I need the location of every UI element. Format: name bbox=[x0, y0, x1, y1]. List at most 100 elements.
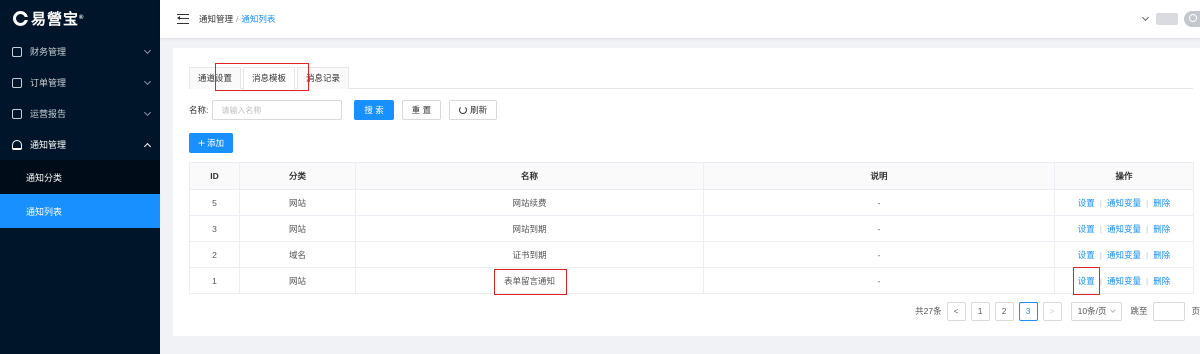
cell-name-text: 表单留言通知 bbox=[503, 275, 555, 286]
variables-link[interactable]: 通知变量 bbox=[1107, 224, 1141, 234]
table-row: 3 网站 网站到期 - 设置 | 通知变量 | 删除 bbox=[189, 215, 1194, 242]
cell-id: 3 bbox=[189, 215, 240, 242]
brand-registered-mark: ® bbox=[79, 15, 85, 21]
name-search-input[interactable] bbox=[212, 100, 343, 120]
settings-link[interactable]: 设置 bbox=[1078, 250, 1095, 260]
action-separator: | bbox=[1099, 223, 1102, 234]
action-separator: | bbox=[1146, 249, 1149, 260]
cell-actions: 设置 | 通知变量 | 删除 bbox=[1054, 189, 1194, 216]
column-header-actions: 操作 bbox=[1054, 162, 1194, 190]
cell-description: - bbox=[703, 241, 1055, 268]
order-icon bbox=[12, 77, 22, 88]
header-user-area[interactable] bbox=[1141, 11, 1200, 27]
add-button-label: 添加 bbox=[207, 138, 225, 148]
settings-link[interactable]: 设置 bbox=[1078, 276, 1095, 286]
variables-link[interactable]: 通知变量 bbox=[1107, 276, 1141, 286]
table-row: 2 域名 证书到期 - 设置 | 通知变量 | 删除 bbox=[189, 241, 1194, 268]
content-card: 通道设置 消息模板 消息记录 名称: 搜 索 重 置 刷新 + 添加 ID 分类… bbox=[173, 48, 1200, 336]
cell-category: 网站 bbox=[239, 267, 356, 294]
action-separator: | bbox=[1146, 275, 1149, 286]
table-row: 5 网站 网站续费 - 设置 | 通知变量 | 删除 bbox=[189, 189, 1194, 216]
cell-description: - bbox=[703, 267, 1055, 294]
template-table: ID 分类 名称 说明 操作 5 网站 网站续费 - 设置 | 通知变量 | 删除 3 … bbox=[189, 162, 1194, 295]
settings-highlight-wrap: 设置 bbox=[1072, 266, 1100, 295]
table-row: 1 网站 表单留言通知 - 设置 | 通知变量 | 删除 bbox=[189, 266, 1194, 295]
column-header-category: 分类 bbox=[239, 162, 356, 190]
submenu-item-list[interactable]: 通知列表 bbox=[0, 194, 160, 228]
sidebar-item-label: 财务管理 bbox=[30, 47, 67, 57]
settings-link[interactable]: 设置 bbox=[1078, 198, 1095, 208]
chevron-down-icon[interactable] bbox=[1141, 13, 1150, 22]
page-button-3[interactable]: 3 bbox=[1018, 301, 1038, 321]
next-page-button[interactable]: > bbox=[1042, 301, 1062, 321]
column-header-name: 名称 bbox=[355, 162, 704, 190]
delete-link[interactable]: 删除 bbox=[1153, 276, 1170, 286]
cell-category: 域名 bbox=[239, 241, 356, 268]
breadcrumb-separator: / bbox=[236, 14, 239, 24]
refresh-label: 刷新 bbox=[470, 105, 488, 115]
jump-page-input[interactable] bbox=[1153, 301, 1186, 321]
add-button[interactable]: + 添加 bbox=[189, 133, 234, 153]
cell-category: 网站 bbox=[239, 189, 356, 216]
settings-link[interactable]: 设置 bbox=[1078, 224, 1095, 234]
sidebar-item-finance[interactable]: 财务管理 bbox=[0, 36, 160, 67]
page-size-select[interactable]: 10条/页 bbox=[1070, 301, 1123, 321]
reset-button[interactable]: 重 置 bbox=[401, 100, 442, 120]
search-label: 名称: bbox=[189, 105, 209, 115]
sidebar-item-reports[interactable]: 运营报告 bbox=[0, 98, 160, 129]
cell-description: - bbox=[703, 189, 1055, 216]
column-header-description: 说明 bbox=[703, 162, 1055, 190]
cell-actions: 设置 | 通知变量 | 删除 bbox=[1054, 215, 1194, 242]
cell-id: 1 bbox=[189, 267, 240, 294]
pagination: 共27条 < 1 2 3 > 10条/页 跳至 页 bbox=[915, 301, 1200, 321]
chevron-up-icon bbox=[143, 142, 152, 150]
search-button[interactable]: 搜 索 bbox=[354, 100, 394, 120]
refresh-icon bbox=[459, 106, 468, 114]
page-unit-label: 页 bbox=[1191, 306, 1200, 316]
cell-id: 2 bbox=[189, 241, 240, 268]
menu-fold-icon[interactable] bbox=[177, 14, 189, 24]
action-separator: | bbox=[1146, 197, 1149, 208]
cell-name: 网站到期 bbox=[355, 215, 704, 242]
refresh-button[interactable]: 刷新 bbox=[449, 100, 498, 120]
chevron-down-icon bbox=[143, 46, 152, 54]
tab-message-records[interactable]: 消息记录 bbox=[297, 67, 350, 89]
chevron-down-icon bbox=[143, 77, 152, 85]
delete-link[interactable]: 删除 bbox=[1153, 250, 1170, 260]
variables-link[interactable]: 通知变量 bbox=[1107, 198, 1141, 208]
sidebar-item-notifications[interactable]: 通知管理 bbox=[0, 129, 160, 160]
avatar[interactable] bbox=[1184, 11, 1200, 27]
tab-channel-settings[interactable]: 通道设置 bbox=[189, 67, 242, 89]
variables-link[interactable]: 通知变量 bbox=[1107, 250, 1141, 260]
page-button-1[interactable]: 1 bbox=[970, 301, 990, 321]
finance-icon bbox=[12, 46, 22, 57]
breadcrumb: 通知管理 / 通知列表 bbox=[199, 13, 275, 25]
page-button-2[interactable]: 2 bbox=[994, 301, 1014, 321]
brand-logo[interactable]: 易營宝 ® bbox=[0, 0, 160, 36]
sidebar-item-label: 通知管理 bbox=[30, 140, 67, 150]
cell-actions: 设置 | 通知变量 | 删除 bbox=[1054, 266, 1194, 295]
cell-name: 表单留言通知 bbox=[355, 267, 704, 295]
notification-submenu: 通知分类 通知列表 bbox=[0, 160, 160, 228]
column-header-id: ID bbox=[189, 162, 240, 190]
delete-link[interactable]: 删除 bbox=[1153, 224, 1170, 234]
sidebar-item-orders[interactable]: 订单管理 bbox=[0, 67, 160, 98]
pagination-total: 共27条 bbox=[915, 306, 942, 316]
action-separator: | bbox=[1099, 197, 1102, 208]
brand-name: 易營宝 bbox=[31, 10, 80, 28]
prev-page-button[interactable]: < bbox=[946, 301, 966, 321]
cell-category: 网站 bbox=[239, 215, 356, 242]
name-highlight-wrap: 表单留言通知 bbox=[493, 268, 567, 295]
cell-id: 5 bbox=[189, 189, 240, 216]
delete-link[interactable]: 删除 bbox=[1153, 198, 1170, 208]
action-separator: | bbox=[1099, 249, 1102, 260]
submenu-item-categories[interactable]: 通知分类 bbox=[0, 160, 160, 194]
tab-bar: 通道设置 消息模板 消息记录 bbox=[189, 67, 1193, 90]
username-redacted bbox=[1156, 13, 1178, 25]
cell-description: - bbox=[703, 215, 1055, 242]
logo-mark-icon bbox=[13, 10, 28, 26]
tab-message-templates[interactable]: 消息模板 bbox=[243, 67, 296, 90]
breadcrumb-parent[interactable]: 通知管理 bbox=[199, 14, 233, 24]
page-size-value: 10条/页 bbox=[1077, 306, 1107, 316]
search-bar: 名称: 搜 索 重 置 刷新 bbox=[189, 100, 498, 120]
